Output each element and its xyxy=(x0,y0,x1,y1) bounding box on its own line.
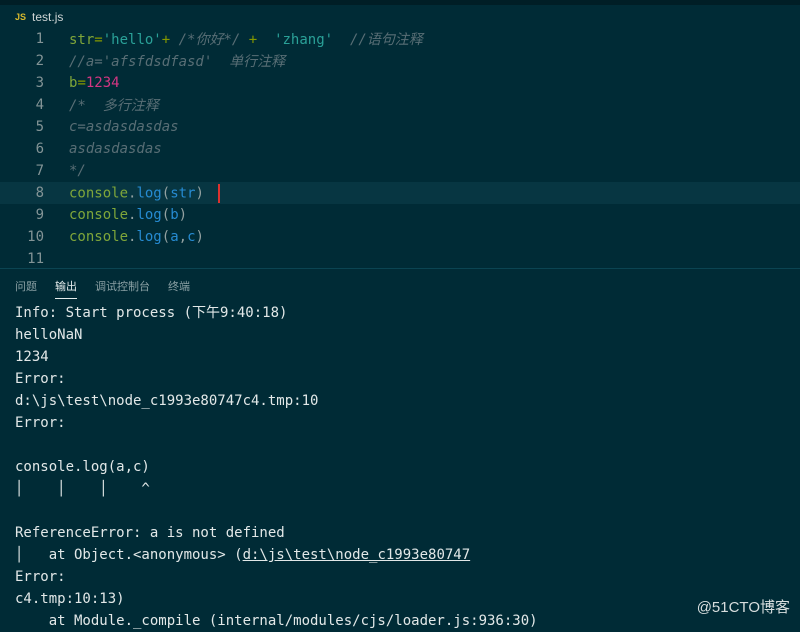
code-editor[interactable]: 1 str='hello'+ /*你好*/ + 'zhang' //语句注释 2 //… xyxy=(0,28,800,268)
code-text: console.log(str) xyxy=(69,183,220,203)
output-line: 1234 xyxy=(15,349,49,365)
code-text: asdasdasdas xyxy=(69,141,162,157)
output-line: Error: xyxy=(15,371,66,387)
output-line: d:\js\test\node_c1993e80747c4.tmp:10 xyxy=(15,393,319,409)
title-bar xyxy=(0,0,800,5)
code-line[interactable]: 10 console.log(a,c) xyxy=(0,226,800,248)
output-line: console.log(a,c) xyxy=(15,459,150,475)
line-number: 3 xyxy=(35,75,44,91)
code-line[interactable]: 5 c=asdasdasdas xyxy=(0,116,800,138)
output-line: at Module._compile (internal/modules/cjs… xyxy=(15,613,538,629)
javascript-file-icon: JS xyxy=(15,11,27,22)
panel-divider xyxy=(0,268,800,269)
line-number: 2 xyxy=(35,53,44,69)
panel-tab[interactable]: 调试控制台 xyxy=(95,274,150,298)
code-line[interactable]: 4 /* 多行注释 xyxy=(0,94,800,116)
code-text: c=asdasdasdas xyxy=(69,119,179,135)
code-line[interactable]: 9 console.log(b) xyxy=(0,204,800,226)
output-line: c4.tmp:10:13) xyxy=(15,591,125,607)
output-line: │ │ │ ^ xyxy=(15,481,150,497)
code-line[interactable]: 6 asdasdasdas xyxy=(0,138,800,160)
code-text: str='hello'+ /*你好*/ + 'zhang' //语句注释 xyxy=(69,32,423,48)
editor-tab-test-js[interactable]: JS test.js xyxy=(0,5,80,28)
line-number: 10 xyxy=(27,229,44,245)
panel-tab[interactable]: 问题 xyxy=(15,274,37,298)
panel-tabs: 问题 输出 调试控制台 终端 xyxy=(0,272,800,300)
line-number: 4 xyxy=(35,97,44,113)
output-line: helloNaN xyxy=(15,327,83,343)
output-line: ReferenceError: a is not defined xyxy=(15,525,285,541)
code-text: //a='afsfdsdfasd' 单行注释 xyxy=(69,54,286,70)
tab-filename: test.js xyxy=(32,9,64,24)
line-number: 8 xyxy=(35,185,44,201)
code-text: */ xyxy=(69,163,86,179)
code-line[interactable]: 11 xyxy=(0,248,800,270)
code-line[interactable]: 2 //a='afsfdsdfasd' 单行注释 xyxy=(0,50,800,72)
output-line: Error: xyxy=(15,415,66,431)
panel-tab[interactable]: 输出 xyxy=(55,274,77,299)
code-text: console.log(a,c) xyxy=(69,229,204,245)
code-line[interactable]: 7 */ xyxy=(0,160,800,182)
line-number: 6 xyxy=(35,141,44,157)
output-line: Info: Start process (下午9:40:18) xyxy=(15,305,288,321)
line-number: 1 xyxy=(35,31,44,47)
output-line: │ at Object.<anonymous> (d:\js\test\node… xyxy=(15,547,471,563)
output-console[interactable]: Info: Start process (下午9:40:18) helloNaN 1… xyxy=(15,302,795,632)
line-number: 9 xyxy=(35,207,44,223)
code-line[interactable]: 1 str='hello'+ /*你好*/ + 'zhang' //语句注释 xyxy=(0,28,800,50)
line-number: 7 xyxy=(35,163,44,179)
code-text: console.log(b) xyxy=(69,207,188,223)
line-number: 11 xyxy=(27,251,44,267)
code-text: /* 多行注释 xyxy=(69,98,159,114)
output-line: Error: xyxy=(15,569,66,585)
code-line[interactable]: 8 console.log(str) xyxy=(0,182,800,204)
text-cursor xyxy=(217,183,220,203)
line-number: 5 xyxy=(35,119,44,135)
code-text: b=1234 xyxy=(69,75,120,91)
code-line[interactable]: 3 b=1234 xyxy=(0,72,800,94)
panel-tab[interactable]: 终端 xyxy=(168,274,190,298)
watermark: @51CTO博客 xyxy=(696,599,790,616)
